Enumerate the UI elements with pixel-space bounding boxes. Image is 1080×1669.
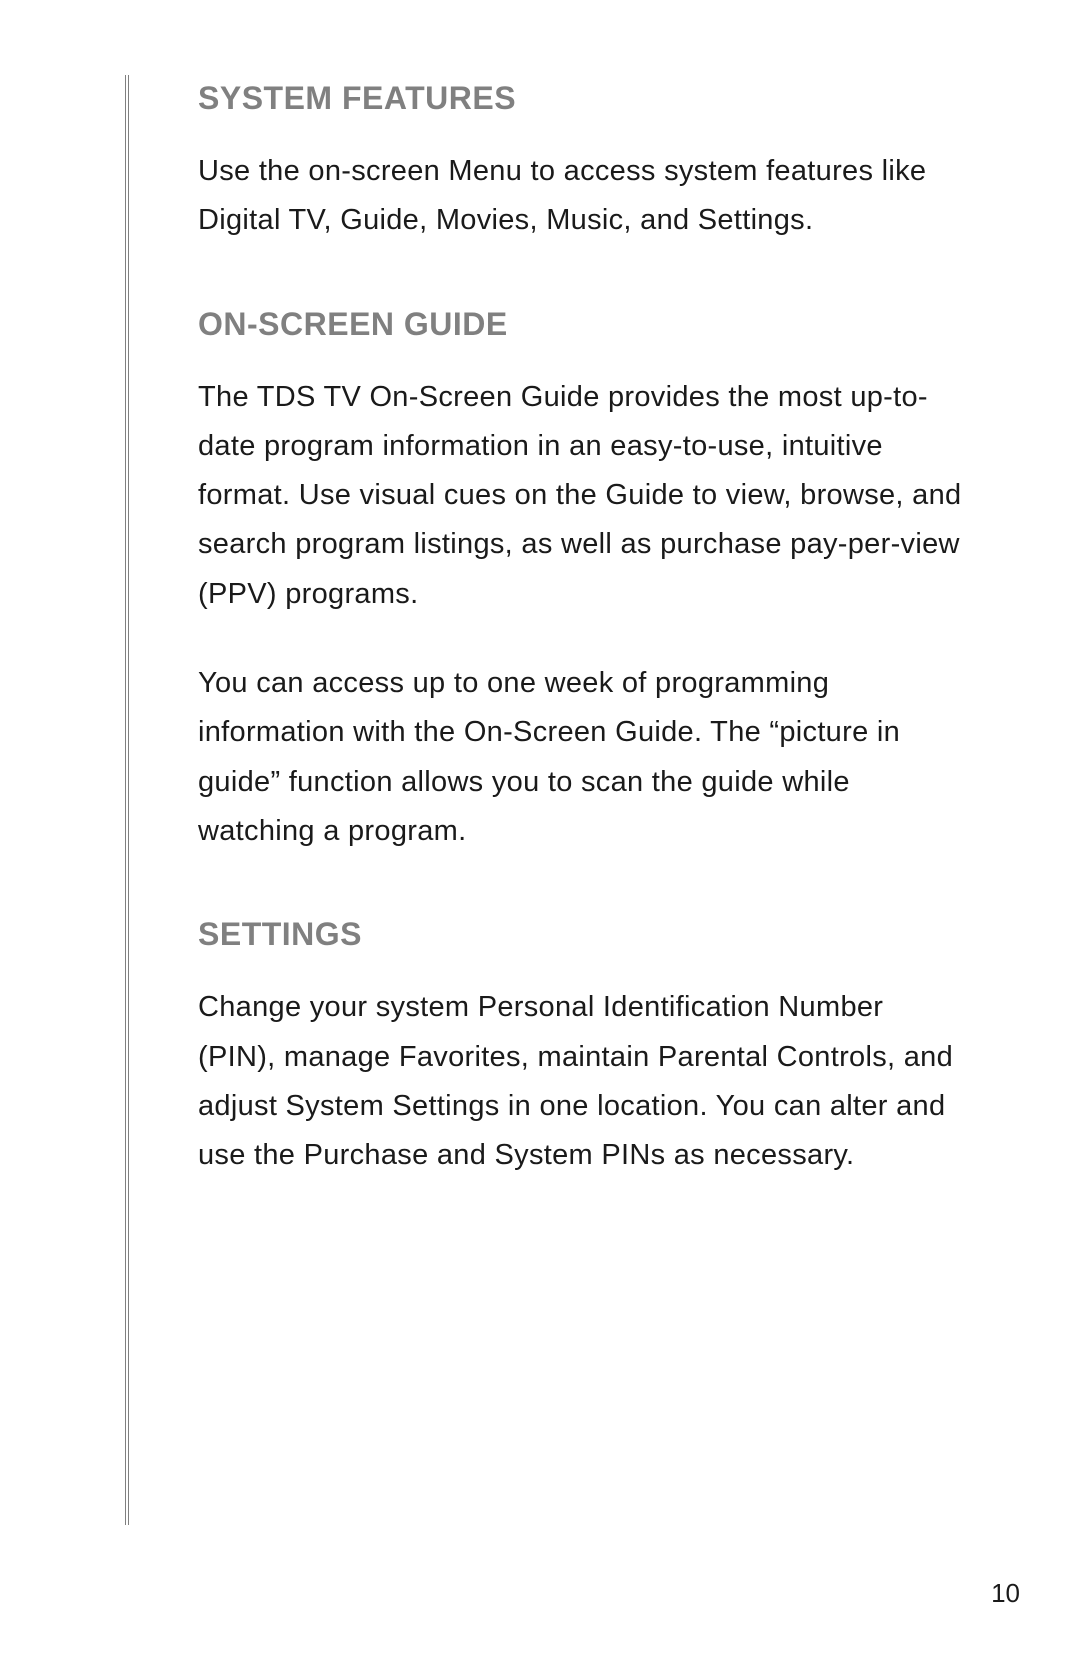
section-on-screen-guide: ON-SCREEN GUIDE The TDS TV On-Screen Gui… bbox=[198, 306, 968, 857]
paragraph: Change your system Personal Identificati… bbox=[198, 983, 968, 1180]
heading-on-screen-guide: ON-SCREEN GUIDE bbox=[198, 306, 968, 343]
page-number: 10 bbox=[991, 1578, 1020, 1609]
vertical-rule-left bbox=[125, 75, 126, 1525]
heading-settings: SETTINGS bbox=[198, 916, 968, 953]
paragraph: You can access up to one week of program… bbox=[198, 659, 968, 856]
vertical-rule-right bbox=[128, 75, 129, 1525]
paragraph: Use the on-screen Menu to access system … bbox=[198, 147, 968, 246]
section-system-features: SYSTEM FEATURES Use the on-screen Menu t… bbox=[198, 80, 968, 246]
heading-system-features: SYSTEM FEATURES bbox=[198, 80, 968, 117]
document-page: SYSTEM FEATURES Use the on-screen Menu t… bbox=[0, 0, 1080, 1669]
content-area: SYSTEM FEATURES Use the on-screen Menu t… bbox=[198, 80, 968, 1240]
section-settings: SETTINGS Change your system Personal Ide… bbox=[198, 916, 968, 1180]
paragraph: The TDS TV On-Screen Guide provides the … bbox=[198, 373, 968, 619]
